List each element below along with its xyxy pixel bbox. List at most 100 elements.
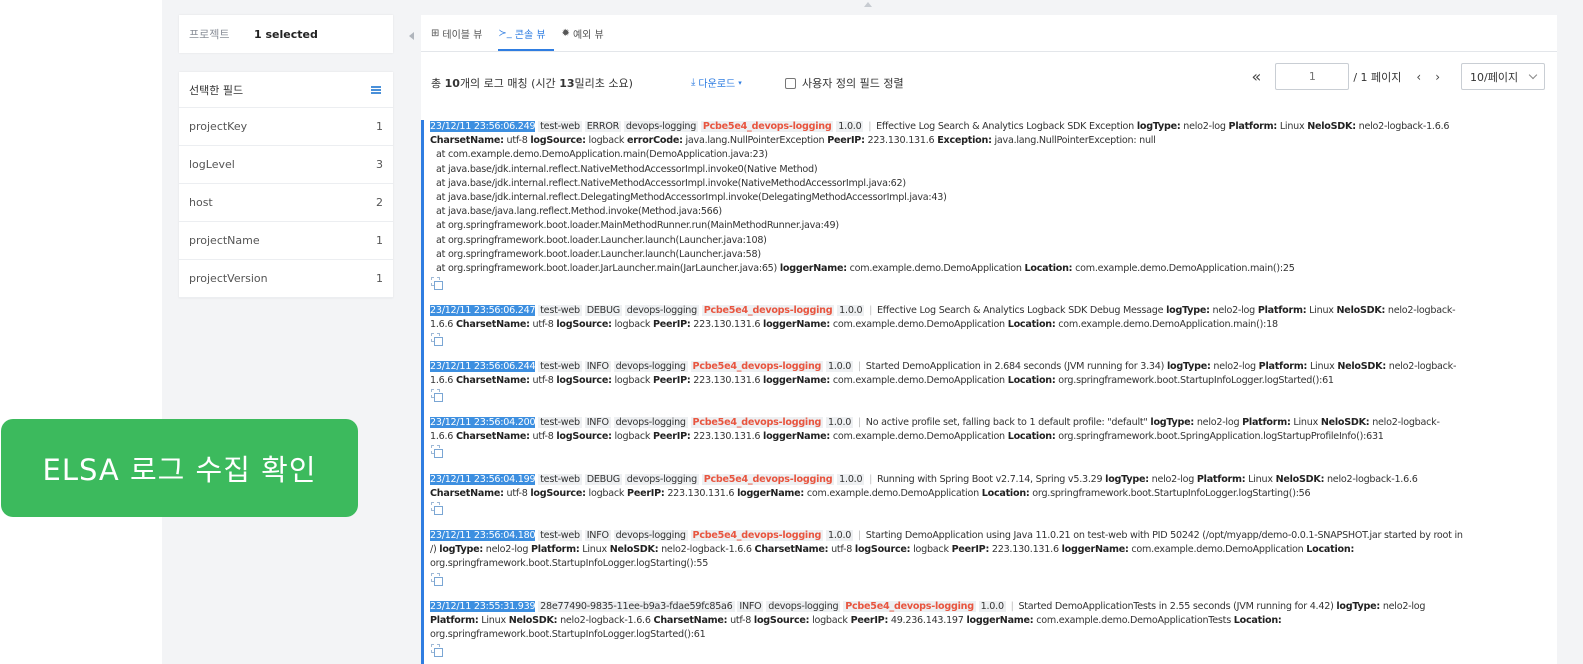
- log-timestamp[interactable]: 23/12/11 23:56:04.200: [430, 417, 536, 428]
- log-timestamp[interactable]: 23/12/11 23:56:06.247: [430, 305, 536, 316]
- field-item-projectkey[interactable]: projectKey 1: [179, 108, 393, 146]
- page-size-value: 10/페이지: [1470, 70, 1519, 84]
- field-count: 1: [376, 234, 383, 247]
- field-item-projectversion[interactable]: projectVersion 1: [179, 260, 393, 298]
- log-message: Started DemoApplicationTests in 2.55 sec…: [1018, 601, 1334, 612]
- tab-label: 예외 뷰: [572, 30, 604, 41]
- next-page-icon[interactable]: ›: [1435, 70, 1440, 84]
- log-project-key: Pcbe5e4_devops-logging: [701, 305, 835, 316]
- panel-toggle-icon[interactable]: [409, 32, 414, 40]
- log-project-name: devops-logging: [766, 601, 841, 612]
- page-total: / 1 페이지: [1353, 70, 1402, 84]
- copy-icon[interactable]: [430, 643, 443, 657]
- pagination: « / 1 페이지 ‹ › 10/페이지: [1252, 63, 1545, 90]
- selected-fields-title: 선택한 필드: [189, 83, 244, 97]
- page-size-select[interactable]: 10/페이지: [1461, 63, 1545, 90]
- field-name: host: [189, 196, 213, 209]
- log-entry[interactable]: 23/12/11 23:56:04.200 test-web INFO devo…: [430, 416, 1540, 459]
- log-project-version: 1.0.0: [837, 474, 865, 485]
- field-name: projectVersion: [189, 272, 268, 285]
- left-panel: 프로젝트 1 selected 선택한 필드 projectKey 1 logL…: [179, 15, 393, 298]
- field-count: 2: [376, 196, 383, 209]
- log-entry[interactable]: 23/12/11 23:56:06.247 test-web DEBUG dev…: [430, 304, 1540, 347]
- log-entry[interactable]: 23/12/11 23:56:06.249 test-web ERROR dev…: [430, 120, 1540, 291]
- field-name: projectName: [189, 234, 260, 247]
- log-entry[interactable]: 23/12/11 23:56:04.199 test-web DEBUG dev…: [430, 473, 1540, 516]
- log-host: test-web: [538, 121, 582, 132]
- log-project-name: devops-logging: [624, 474, 699, 485]
- page-input[interactable]: [1275, 63, 1350, 90]
- selected-fields-header: 선택한 필드: [179, 72, 393, 108]
- log-level: INFO: [737, 601, 764, 612]
- tab-console-view[interactable]: ≻_ 콘솔 뷰: [498, 26, 554, 51]
- log-timestamp[interactable]: 23/12/11 23:56:04.180: [430, 530, 536, 541]
- custom-field-sort[interactable]: 사용자 정의 필드 정렬: [785, 75, 904, 91]
- results-panel: ⊞ 테이블 뷰 ≻_ 콘솔 뷰 ✹ 예외 뷰 총 10개의 로그 매칭 (시간 …: [421, 15, 1557, 664]
- log-message: Starting DemoApplication using Java 11.0…: [865, 530, 1463, 541]
- field-menu-icon[interactable]: [371, 85, 381, 94]
- copy-icon[interactable]: [430, 502, 443, 516]
- log-level: ERROR: [584, 121, 622, 132]
- sort-checkbox[interactable]: [785, 77, 796, 89]
- log-project-version: 1.0.0: [826, 361, 854, 372]
- log-list: 23/12/11 23:56:06.249 test-web ERROR dev…: [421, 120, 1557, 664]
- log-message: Effective Log Search & Analytics Logback…: [876, 305, 1164, 316]
- tab-table-view[interactable]: ⊞ 테이블 뷰: [431, 26, 490, 51]
- copy-icon[interactable]: [430, 389, 443, 403]
- log-host: test-web: [538, 417, 582, 428]
- log-project-version: 1.0.0: [978, 601, 1006, 612]
- match-summary: 총 10개의 로그 매칭 (시간 13밀리초 소요): [431, 77, 633, 90]
- log-project-version: 1.0.0: [826, 417, 854, 428]
- log-timestamp[interactable]: 23/12/11 23:56:04.199: [430, 474, 536, 485]
- elsa-log-banner: ELSA 로그 수집 확인: [1, 419, 358, 517]
- selected-fields-panel: 선택한 필드 projectKey 1 logLevel 3 host 2 pr…: [179, 72, 393, 298]
- log-project-key: Pcbe5e4_devops-logging: [700, 121, 834, 132]
- copy-icon[interactable]: [430, 333, 443, 347]
- log-project-key: Pcbe5e4_devops-logging: [690, 361, 824, 372]
- view-tabs: ⊞ 테이블 뷰 ≻_ 콘솔 뷰 ✹ 예외 뷰: [421, 15, 1557, 52]
- copy-icon[interactable]: [430, 572, 443, 586]
- field-name: logLevel: [189, 158, 235, 171]
- project-value: 1 selected: [254, 27, 318, 41]
- copy-icon[interactable]: [430, 445, 443, 459]
- field-item-host[interactable]: host 2: [179, 184, 393, 222]
- field-item-loglevel[interactable]: logLevel 3: [179, 146, 393, 184]
- collapse-caret-icon[interactable]: [864, 2, 872, 7]
- log-message: Running with Spring Boot v2.7.14, Spring…: [876, 474, 1103, 485]
- log-project-version: 1.0.0: [826, 530, 854, 541]
- log-host: test-web: [538, 305, 582, 316]
- log-host: test-web: [538, 530, 582, 541]
- field-count: 3: [376, 158, 383, 171]
- log-timestamp[interactable]: 23/12/11 23:55:31.939: [430, 601, 536, 612]
- log-level: DEBUG: [584, 474, 622, 485]
- log-project-name: devops-logging: [624, 305, 699, 316]
- prev-page-icon[interactable]: ‹: [1416, 70, 1421, 84]
- log-level: INFO: [584, 361, 611, 372]
- log-project-key: Pcbe5e4_devops-logging: [843, 601, 976, 612]
- download-button[interactable]: ⤓ 다운로드 ▾: [691, 75, 742, 90]
- log-timestamp[interactable]: 23/12/11 23:56:06.244: [430, 361, 536, 372]
- console-icon: ≻_: [498, 28, 512, 39]
- results-toolbar: 총 10개의 로그 매칭 (시간 13밀리초 소요) ⤓ 다운로드 ▾ 사용자 …: [421, 52, 1557, 110]
- log-message: Effective Log Search & Analytics Logback…: [876, 121, 1134, 132]
- tab-exception-view[interactable]: ✹ 예외 뷰: [562, 26, 612, 51]
- log-level: INFO: [584, 530, 611, 541]
- log-entry[interactable]: 23/12/11 23:55:31.939 28e77490-9835-11ee…: [430, 600, 1540, 657]
- sort-label: 사용자 정의 필드 정렬: [802, 77, 904, 90]
- caret-down-icon: ▾: [738, 78, 742, 87]
- first-page-icon[interactable]: «: [1252, 67, 1262, 86]
- log-search-app: 프로젝트 1 selected 선택한 필드 projectKey 1 logL…: [162, 0, 1583, 664]
- log-project-key: Pcbe5e4_devops-logging: [701, 474, 835, 485]
- log-timestamp[interactable]: 23/12/11 23:56:06.249: [430, 121, 536, 132]
- log-project-name: devops-logging: [613, 530, 688, 541]
- log-project-key: Pcbe5e4_devops-logging: [690, 417, 824, 428]
- field-item-projectname[interactable]: projectName 1: [179, 222, 393, 260]
- log-project-version: 1.0.0: [837, 305, 865, 316]
- project-label: 프로젝트: [189, 28, 230, 41]
- log-entry[interactable]: 23/12/11 23:56:04.180 test-web INFO devo…: [430, 529, 1540, 586]
- project-selector[interactable]: 프로젝트 1 selected: [179, 15, 393, 53]
- copy-icon[interactable]: [430, 277, 443, 291]
- field-count: 1: [376, 272, 383, 285]
- log-host: 28e77490-9835-11ee-b9a3-fdae59fc85a6: [538, 601, 735, 612]
- log-entry[interactable]: 23/12/11 23:56:06.244 test-web INFO devo…: [430, 360, 1540, 403]
